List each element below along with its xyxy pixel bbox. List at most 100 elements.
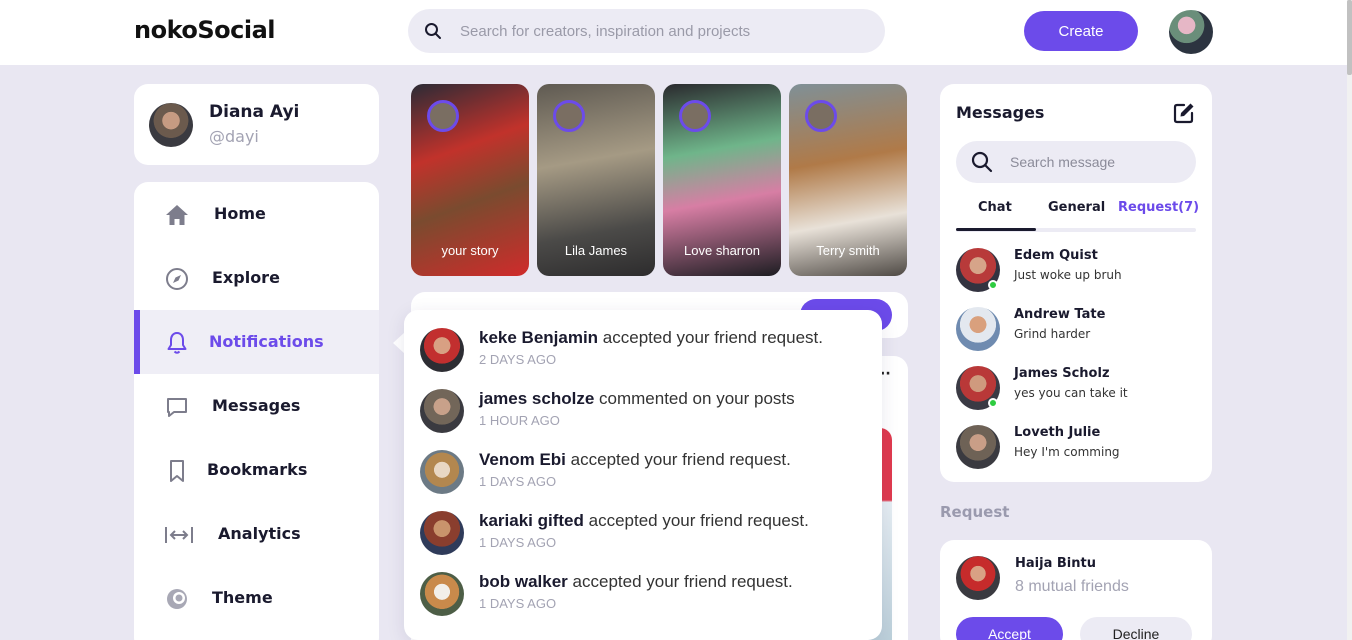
notification-item[interactable]: keke Benjamin accepted your friend reque… bbox=[420, 324, 870, 374]
notification-avatar bbox=[420, 328, 464, 372]
sidebar-item-notifications[interactable]: Notifications bbox=[134, 310, 379, 374]
sidebar-item-label: Home bbox=[214, 204, 266, 223]
sidebar-item-explore[interactable]: Explore bbox=[134, 246, 379, 310]
notification-avatar bbox=[420, 572, 464, 616]
sidebar-item-label: Bookmarks bbox=[207, 460, 308, 479]
chat-item[interactable]: Edem Quist Just woke up bruh bbox=[956, 246, 1196, 292]
compass-icon bbox=[164, 266, 190, 292]
notification-action: commented on your posts bbox=[599, 389, 795, 408]
sidebar-item-label: Analytics bbox=[218, 524, 301, 543]
chat-item[interactable]: Loveth Julie Hey I'm comming bbox=[956, 423, 1196, 469]
search-icon bbox=[424, 22, 442, 44]
notification-time: 1 DAYS AGO bbox=[479, 535, 557, 550]
message-search-bar[interactable] bbox=[956, 141, 1196, 183]
notification-time: 1 DAYS AGO bbox=[479, 474, 557, 489]
message-search-input[interactable] bbox=[1010, 141, 1190, 183]
scrollbar-track[interactable] bbox=[1347, 0, 1352, 640]
messages-panel: Messages Chat General Request(7) Edem Qu… bbox=[940, 84, 1212, 482]
notification-time: 2 DAYS AGO bbox=[479, 352, 557, 367]
story-name: your story bbox=[441, 243, 499, 258]
edit-icon[interactable] bbox=[1172, 101, 1196, 129]
sidebar-item-home[interactable]: Home bbox=[134, 182, 379, 246]
notification-user: bob walker bbox=[479, 572, 568, 591]
chat-item[interactable]: James Scholz yes you can take it bbox=[956, 364, 1196, 410]
palette-icon bbox=[164, 586, 190, 612]
notification-action: accepted your friend request. bbox=[570, 450, 791, 469]
messages-title: Messages bbox=[956, 103, 1045, 122]
story-avatar bbox=[427, 100, 459, 132]
story-card[interactable]: Lila James bbox=[537, 84, 655, 276]
chat-preview: yes you can take it bbox=[1014, 386, 1128, 400]
story-card[interactable]: Terry smith bbox=[789, 84, 907, 276]
sidebar-item-analytics[interactable]: Analytics bbox=[134, 502, 379, 566]
notification-item[interactable]: bob walker accepted your friend request.… bbox=[420, 568, 870, 618]
request-avatar bbox=[956, 556, 1000, 600]
notification-item[interactable]: james scholze commented on your posts 1 … bbox=[420, 385, 870, 435]
chat-name: Andrew Tate bbox=[1014, 307, 1106, 322]
notification-avatar bbox=[420, 389, 464, 433]
profile-card[interactable]: Diana Ayi @dayi bbox=[134, 84, 379, 165]
sidebar-item-bookmarks[interactable]: Bookmarks bbox=[134, 438, 379, 502]
notification-action: accepted your friend request. bbox=[602, 328, 823, 347]
online-indicator bbox=[988, 398, 998, 408]
chat-preview: Grind harder bbox=[1014, 327, 1091, 341]
story-card[interactable]: Love sharron bbox=[663, 84, 781, 276]
chat-avatar bbox=[956, 307, 1000, 351]
chat-avatar bbox=[956, 425, 1000, 469]
profile-avatar bbox=[149, 103, 193, 147]
notification-action: accepted your friend request. bbox=[588, 511, 809, 530]
notification-item[interactable]: Venom Ebi accepted your friend request. … bbox=[420, 446, 870, 496]
app-logo[interactable]: nokoSocial bbox=[134, 16, 276, 44]
sidebar-item-messages[interactable]: Messages bbox=[134, 374, 379, 438]
decline-button[interactable]: Decline bbox=[1080, 617, 1192, 640]
notification-user: keke Benjamin bbox=[479, 328, 599, 347]
notification-user: Venom Ebi bbox=[479, 450, 566, 469]
notification-action: accepted your friend request. bbox=[572, 572, 793, 591]
notification-text: bob walker accepted your friend request. bbox=[479, 572, 793, 592]
story-card[interactable]: your story bbox=[411, 84, 529, 276]
request-name: Haija Bintu bbox=[1015, 556, 1096, 571]
chat-name: Edem Quist bbox=[1014, 248, 1098, 263]
global-search-bar[interactable] bbox=[408, 9, 885, 53]
active-tab-underline bbox=[956, 228, 1036, 231]
sidebar-nav: Home Explore Notifications Messages Book… bbox=[134, 182, 379, 640]
analytics-icon bbox=[164, 522, 193, 548]
notification-avatar bbox=[420, 450, 464, 494]
notification-text: james scholze commented on your posts bbox=[479, 389, 795, 409]
notification-user: kariaki gifted bbox=[479, 511, 584, 530]
accept-button[interactable]: Accept bbox=[956, 617, 1063, 640]
home-icon bbox=[164, 202, 190, 228]
bell-icon bbox=[164, 330, 190, 356]
notification-time: 1 DAYS AGO bbox=[479, 596, 557, 611]
tab-request[interactable]: Request(7) bbox=[1118, 200, 1199, 215]
requests-heading: Request bbox=[940, 503, 1010, 521]
notification-item[interactable]: kariaki gifted accepted your friend requ… bbox=[420, 507, 870, 557]
chat-name: Loveth Julie bbox=[1014, 425, 1101, 440]
notification-text: keke Benjamin accepted your friend reque… bbox=[479, 328, 823, 348]
user-avatar[interactable] bbox=[1169, 10, 1213, 54]
chat-bubble-icon bbox=[164, 394, 190, 420]
chat-preview: Hey I'm comming bbox=[1014, 445, 1120, 459]
top-bar: nokoSocial Create bbox=[0, 0, 1352, 65]
chat-item[interactable]: Andrew Tate Grind harder bbox=[956, 305, 1196, 351]
notification-time: 1 HOUR AGO bbox=[479, 413, 560, 428]
global-search-input[interactable] bbox=[460, 9, 860, 53]
bookmark-icon bbox=[164, 458, 190, 484]
story-avatar bbox=[553, 100, 585, 132]
notifications-popup: keke Benjamin accepted your friend reque… bbox=[404, 310, 882, 640]
sidebar-item-theme[interactable]: Theme bbox=[134, 566, 379, 630]
story-name: Love sharron bbox=[684, 243, 760, 258]
tab-general[interactable]: General bbox=[1048, 200, 1105, 215]
sidebar-item-label: Explore bbox=[212, 268, 280, 287]
chat-preview: Just woke up bruh bbox=[1014, 268, 1122, 282]
create-button[interactable]: Create bbox=[1024, 11, 1138, 51]
notification-user: james scholze bbox=[479, 389, 595, 408]
scrollbar-thumb[interactable] bbox=[1347, 0, 1352, 75]
story-name: Terry smith bbox=[816, 243, 880, 258]
story-name: Lila James bbox=[564, 243, 628, 258]
sidebar-item-label: Notifications bbox=[209, 332, 324, 351]
notification-text: Venom Ebi accepted your friend request. bbox=[479, 450, 791, 470]
search-icon bbox=[971, 151, 993, 177]
profile-name: Diana Ayi bbox=[209, 102, 300, 122]
tab-chat[interactable]: Chat bbox=[978, 200, 1012, 215]
